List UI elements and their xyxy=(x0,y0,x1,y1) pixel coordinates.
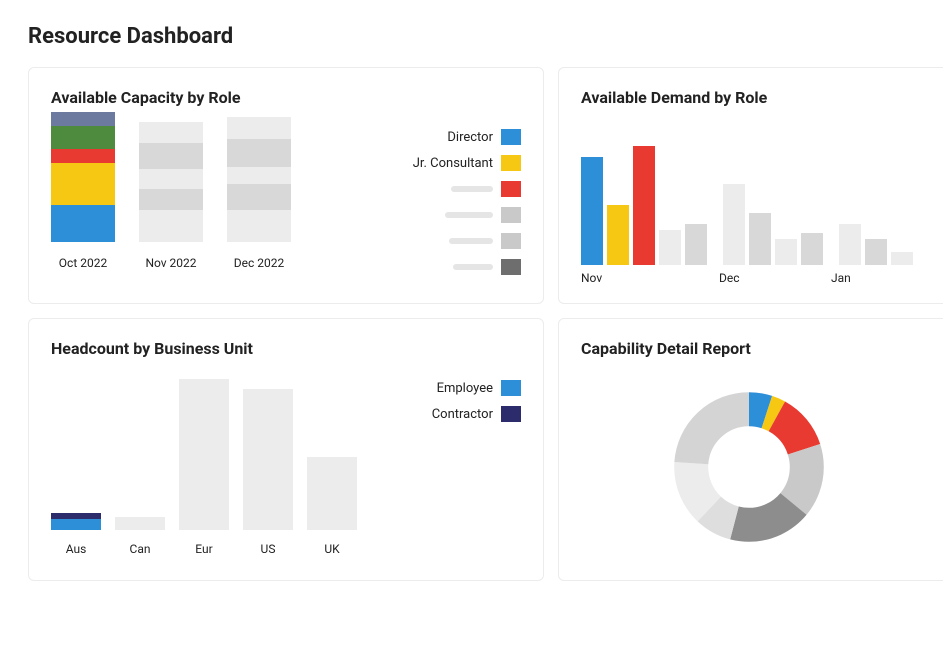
legend-row: Contractor xyxy=(371,406,521,422)
stacked-bar xyxy=(51,112,115,242)
stacked-bar xyxy=(51,513,101,530)
legend-stub xyxy=(931,458,943,474)
legend-row: Jr. Consultant xyxy=(371,155,521,171)
x-axis-label: Dec xyxy=(719,271,831,285)
legend-label: Jr. Consultant xyxy=(413,156,493,171)
x-axis-label: Jan xyxy=(831,271,917,285)
panel-capacity-title: Available Capacity by Role xyxy=(51,88,521,107)
legend-stub xyxy=(371,181,521,197)
legend-row: Industry Expert xyxy=(931,155,943,171)
legend-row: Business Analyst xyxy=(931,129,943,145)
legend-row: Demo Skills xyxy=(931,380,943,396)
legend-row: Director xyxy=(371,129,521,145)
bar xyxy=(633,146,655,265)
legend-stub xyxy=(931,207,943,223)
legend-stub xyxy=(371,207,521,223)
legend-row: IT Skills xyxy=(931,432,943,448)
demand-legend: Business Analyst Industry Expert Program M… xyxy=(931,125,943,259)
capability-chart xyxy=(581,376,917,552)
x-axis-label: Nov xyxy=(581,271,719,285)
legend-row: Program Manager xyxy=(931,181,943,197)
x-axis-label: UK xyxy=(324,542,339,556)
x-axis-label: Oct 2022 xyxy=(59,256,107,270)
stacked-bar xyxy=(227,117,291,242)
capacity-legend: Director Jr. Consultant xyxy=(371,125,521,285)
x-axis-label: Eur xyxy=(195,542,212,556)
legend-row: Employee xyxy=(371,380,521,396)
bar xyxy=(607,205,629,265)
stacked-bar xyxy=(179,379,229,530)
x-axis-label: Dec 2022 xyxy=(234,256,284,270)
headcount-legend: Employee Contractor xyxy=(371,376,521,432)
bar xyxy=(659,230,681,265)
dashboard-grid: Available Capacity by Role Oct 2022 Nov 2… xyxy=(28,67,915,581)
bar xyxy=(801,233,823,266)
capability-legend: Demo Skills General Skills IT Skills xyxy=(931,376,943,562)
legend-stub xyxy=(931,510,943,526)
legend-swatch xyxy=(501,155,521,171)
legend-stub xyxy=(931,484,943,500)
legend-row: General Skills xyxy=(931,406,943,422)
bar xyxy=(581,157,603,265)
x-axis-label: US xyxy=(261,542,276,556)
stacked-bar xyxy=(243,389,293,530)
panel-headcount: Headcount by Business Unit Aus Can Eur US UK… xyxy=(28,318,544,581)
legend-swatch xyxy=(501,380,521,396)
bar xyxy=(775,239,797,265)
legend-label: Contractor xyxy=(432,407,493,422)
legend-label: Director xyxy=(447,130,493,145)
bar xyxy=(749,213,771,265)
legend-stub xyxy=(371,259,521,275)
legend-swatch xyxy=(501,129,521,145)
stacked-bar xyxy=(307,457,357,530)
panel-headcount-title: Headcount by Business Unit xyxy=(51,339,521,358)
legend-stub xyxy=(931,536,943,552)
demand-chart: NovDecJan xyxy=(581,125,917,285)
legend-swatch xyxy=(501,406,521,422)
capacity-chart: Oct 2022 Nov 2022 Dec 2022 xyxy=(51,125,357,270)
legend-stub xyxy=(931,233,943,249)
legend-stub xyxy=(371,233,521,249)
stacked-bar xyxy=(139,122,203,242)
bar xyxy=(723,184,745,265)
bar xyxy=(865,239,887,265)
panel-demand: Available Demand by Role NovDecJan Busin… xyxy=(558,67,943,304)
page-title: Resource Dashboard xyxy=(28,24,915,49)
x-axis-label: Nov 2022 xyxy=(145,256,196,270)
legend-label: Employee xyxy=(437,381,493,396)
panel-demand-title: Available Demand by Role xyxy=(581,88,943,107)
panel-capability: Capability Detail Report Demo Skills Gene… xyxy=(558,318,943,581)
bar xyxy=(839,224,861,265)
x-axis-label: Can xyxy=(130,542,151,556)
x-axis-label: Aus xyxy=(66,542,87,556)
bar xyxy=(891,252,913,265)
stacked-bar xyxy=(115,517,165,530)
headcount-chart: Aus Can Eur US UK xyxy=(51,376,357,556)
bar xyxy=(685,224,707,265)
panel-capability-title: Capability Detail Report xyxy=(581,339,943,358)
panel-capacity: Available Capacity by Role Oct 2022 Nov 2… xyxy=(28,67,544,304)
